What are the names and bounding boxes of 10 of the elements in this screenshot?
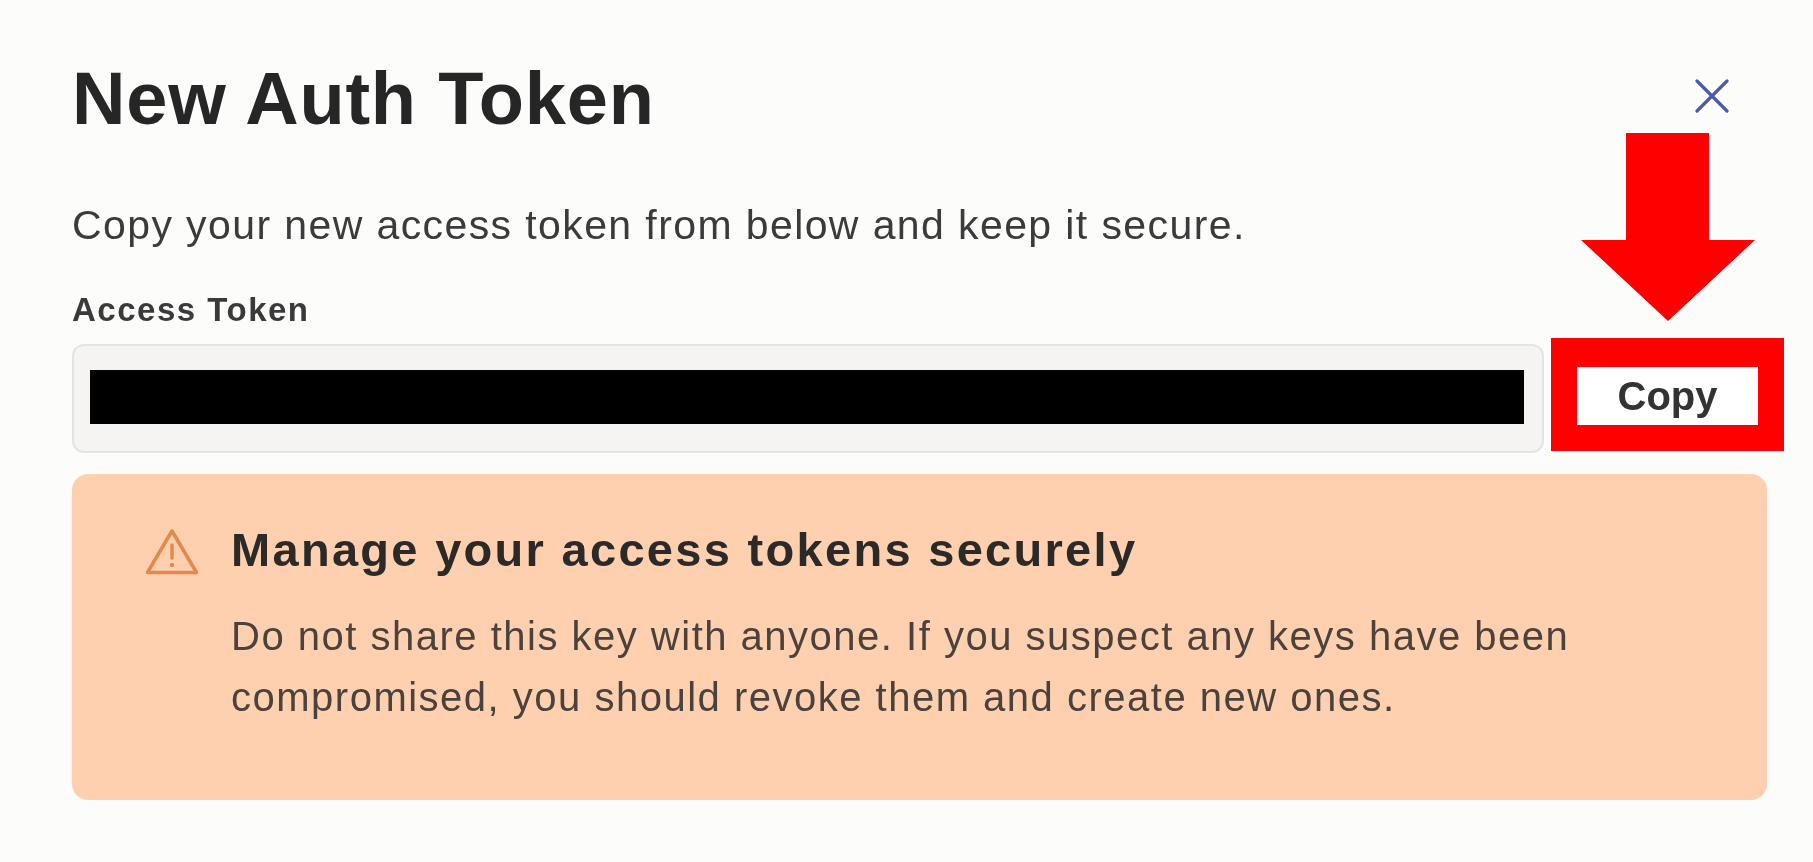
token-field[interactable] <box>72 344 1544 453</box>
close-button[interactable] <box>1695 79 1729 113</box>
close-icon <box>1695 79 1729 113</box>
warning-text: Do not share this key with anyone. If you suspect any keys have been compromised, you should revoke them and create new ones. <box>231 613 1571 721</box>
field-label: Access Token <box>72 290 310 330</box>
dialog-title: New Auth Token <box>72 56 655 142</box>
dialog-description: Copy your new access token from below and keep it secure. <box>72 201 1247 249</box>
warning-icon <box>145 528 199 575</box>
warning-title: Manage your access tokens securely <box>231 522 1139 578</box>
copy-button[interactable]: Copy <box>1577 367 1758 425</box>
